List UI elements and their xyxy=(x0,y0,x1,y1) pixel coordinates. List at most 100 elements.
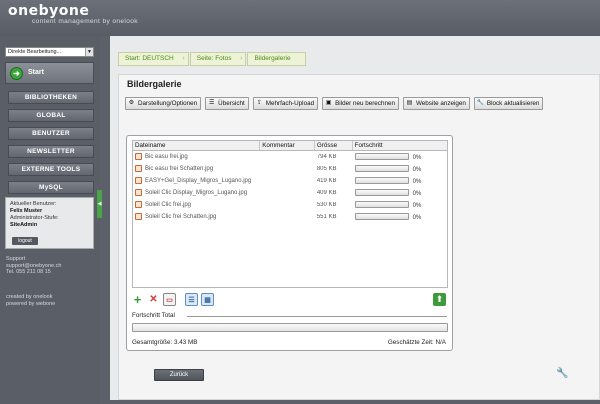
nav-bibliotheken[interactable]: BIBLIOTHEKEN xyxy=(8,91,94,104)
chevron-down-icon[interactable]: ▼ xyxy=(85,48,93,56)
add-file-icon[interactable]: + xyxy=(131,293,144,306)
button-label: Mehrfach-Upload xyxy=(265,100,315,107)
page-icon: ▤ xyxy=(406,100,413,106)
breadcrumb-item-page[interactable]: Seite: Fotos › xyxy=(189,52,247,66)
gear-icon: ⚙ xyxy=(128,100,135,106)
file-progress-cell: 0% xyxy=(353,177,447,185)
breadcrumb-item-current: Bildergalerie xyxy=(247,52,306,66)
overview-button[interactable]: ☰ Übersicht xyxy=(205,97,249,110)
clear-list-icon[interactable]: ▭ xyxy=(163,293,176,306)
file-name: Soleil Clic frei.jpg xyxy=(145,202,192,209)
breadcrumb-item-start[interactable]: Start: DEUTSCH › xyxy=(118,52,189,66)
direct-edit-select[interactable]: Direkte Bearbeitung... ▼ xyxy=(5,47,94,57)
file-progress-percent: 0% xyxy=(412,190,422,197)
file-progress-bar xyxy=(354,201,409,209)
file-name: Bic easu frei.jpg xyxy=(145,154,188,161)
header: onebyone content management by onelook xyxy=(0,0,600,36)
table-row[interactable]: Soleil Clic Display_Migros_Lugano.jpg 409… xyxy=(133,187,447,199)
divider xyxy=(187,316,447,317)
file-name-cell: Bic easu frei Schatten.jpg xyxy=(133,165,260,173)
wrench-icon: 🔧 xyxy=(476,100,485,106)
upload-icon: ⇪ xyxy=(256,100,262,106)
wrench-icon[interactable]: 🔧 xyxy=(556,368,568,380)
image-file-icon xyxy=(135,165,142,173)
nav-newsletter[interactable]: NEWSLETTER xyxy=(8,145,94,158)
file-progress-percent: 0% xyxy=(412,178,422,185)
current-user-label: Aktueller Benutzer: xyxy=(10,201,57,207)
image-file-icon xyxy=(135,189,142,197)
arrow-right-icon: ➜ xyxy=(10,67,23,80)
table-header: Dateiname Kommentar Grösse Fortschritt xyxy=(133,141,447,151)
direct-edit-select-value: Direkte Bearbeitung... xyxy=(8,49,62,55)
nav-benutzer[interactable]: BENUTZER xyxy=(8,127,94,140)
file-progress-bar xyxy=(354,153,409,161)
table-row[interactable]: Soleil Clic frei.jpg 530 KB 0% xyxy=(133,199,447,211)
file-progress-cell: 0% xyxy=(353,165,447,173)
button-label: Block aktualisieren xyxy=(486,100,540,107)
multi-upload-button[interactable]: ⇪ Mehrfach-Upload xyxy=(252,97,319,110)
image-file-icon xyxy=(135,153,142,161)
support-info: Support support@onebyone.ch Tel. 055 211… xyxy=(6,256,61,276)
list-icon: ☰ xyxy=(208,100,215,106)
toolbar: ⚙ Darstellung/Optionen ☰ Übersicht ⇪ Mehrfa… xyxy=(125,97,544,110)
file-progress-cell: 0% xyxy=(353,189,447,197)
breadcrumb-label: Start: DEUTSCH xyxy=(125,55,174,62)
file-name-cell: Soleil Clic frei.jpg xyxy=(133,201,260,209)
logout-button[interactable]: logout xyxy=(12,237,38,245)
table-row[interactable]: EASY+Gel_Display_Migros_Lugano.jpg 419 KB… xyxy=(133,175,447,187)
file-progress-bar xyxy=(354,189,409,197)
credits: created by onelook powered by webone xyxy=(6,294,55,307)
file-progress-bar xyxy=(354,177,409,185)
upload-file-table: Dateiname Kommentar Grösse Fortschritt B… xyxy=(132,140,448,288)
page-title: Bildergalerie xyxy=(127,79,182,89)
table-row[interactable]: Bic easu frei Schatten.jpg 805 KB 0% xyxy=(133,163,447,175)
user-name: Felix Muster xyxy=(10,208,43,214)
sidebar-collapse-toggle[interactable]: ◀ xyxy=(97,190,102,218)
file-size: 551 KB xyxy=(316,214,337,220)
chevron-right-icon: › xyxy=(182,55,185,62)
column-filename[interactable]: Dateiname xyxy=(133,141,261,150)
refresh-block-button[interactable]: 🔧 Block aktualisieren xyxy=(473,97,544,110)
credit-created[interactable]: created by onelook xyxy=(6,294,55,301)
breadcrumb: Start: DEUTSCH › Seite: Fotos › Bilderga… xyxy=(118,52,307,66)
chevron-right-icon: › xyxy=(240,55,243,62)
file-progress-percent: 0% xyxy=(412,166,422,173)
button-label: Darstellung/Optionen xyxy=(138,100,198,107)
upload-actions: + ✕ ▭ ☰ ▦ xyxy=(131,293,214,306)
thumbnail-view-icon[interactable]: ▦ xyxy=(201,293,214,306)
file-size: 805 KB xyxy=(316,166,337,172)
start-label: Start xyxy=(28,69,44,76)
show-website-button[interactable]: ▤ Website anzeigen xyxy=(402,97,470,110)
list-view-icon[interactable]: ☰ xyxy=(185,293,198,306)
nav-global[interactable]: GLOBAL xyxy=(8,109,94,122)
logo[interactable]: onebyone xyxy=(8,3,89,19)
column-size[interactable]: Grösse xyxy=(315,141,353,150)
button-label: Website anzeigen xyxy=(415,100,466,107)
nav-externe-tools[interactable]: EXTERNE TOOLS xyxy=(8,163,94,176)
main-area: Start: DEUTSCH › Seite: Fotos › Bilderga… xyxy=(110,36,600,400)
total-progress-label: Fortschritt Total xyxy=(132,312,175,319)
button-label: Übersicht xyxy=(218,100,245,107)
file-name: Bic easu frei Schatten.jpg xyxy=(145,166,214,173)
file-name: Soleil Clic Display_Migros_Lugano.jpg xyxy=(145,190,248,197)
file-name: EASY+Gel_Display_Migros_Lugano.jpg xyxy=(145,178,252,185)
display-options-button[interactable]: ⚙ Darstellung/Optionen xyxy=(125,97,202,110)
column-progress[interactable]: Fortschritt xyxy=(353,141,447,150)
file-progress-percent: 0% xyxy=(412,214,422,221)
estimated-time: Geschätzte Zeit: N/A xyxy=(387,339,446,346)
remove-file-icon[interactable]: ✕ xyxy=(147,293,160,306)
table-row[interactable]: Bic easu frei.jpg 794 KB 0% xyxy=(133,151,447,163)
back-button[interactable]: Zurück xyxy=(154,369,204,381)
table-row[interactable]: Soleil Clic frei Schatten.jpg 551 KB 0% xyxy=(133,211,447,223)
start-upload-icon[interactable]: ⬆ xyxy=(433,293,446,306)
button-label: Bilder neu berechnen xyxy=(335,100,395,107)
admin-level: SiteAdmin xyxy=(10,222,38,228)
start-button[interactable]: ➜ Start xyxy=(5,62,94,84)
nav-mysql[interactable]: MySQL xyxy=(8,181,94,194)
image-icon: ▣ xyxy=(325,100,332,106)
file-progress-cell: 0% xyxy=(353,213,447,221)
credit-powered[interactable]: powered by webone xyxy=(6,301,55,308)
recalculate-images-button[interactable]: ▣ Bilder neu berechnen xyxy=(322,97,399,110)
column-comment[interactable]: Kommentar xyxy=(260,141,315,150)
file-progress-bar xyxy=(354,165,409,173)
